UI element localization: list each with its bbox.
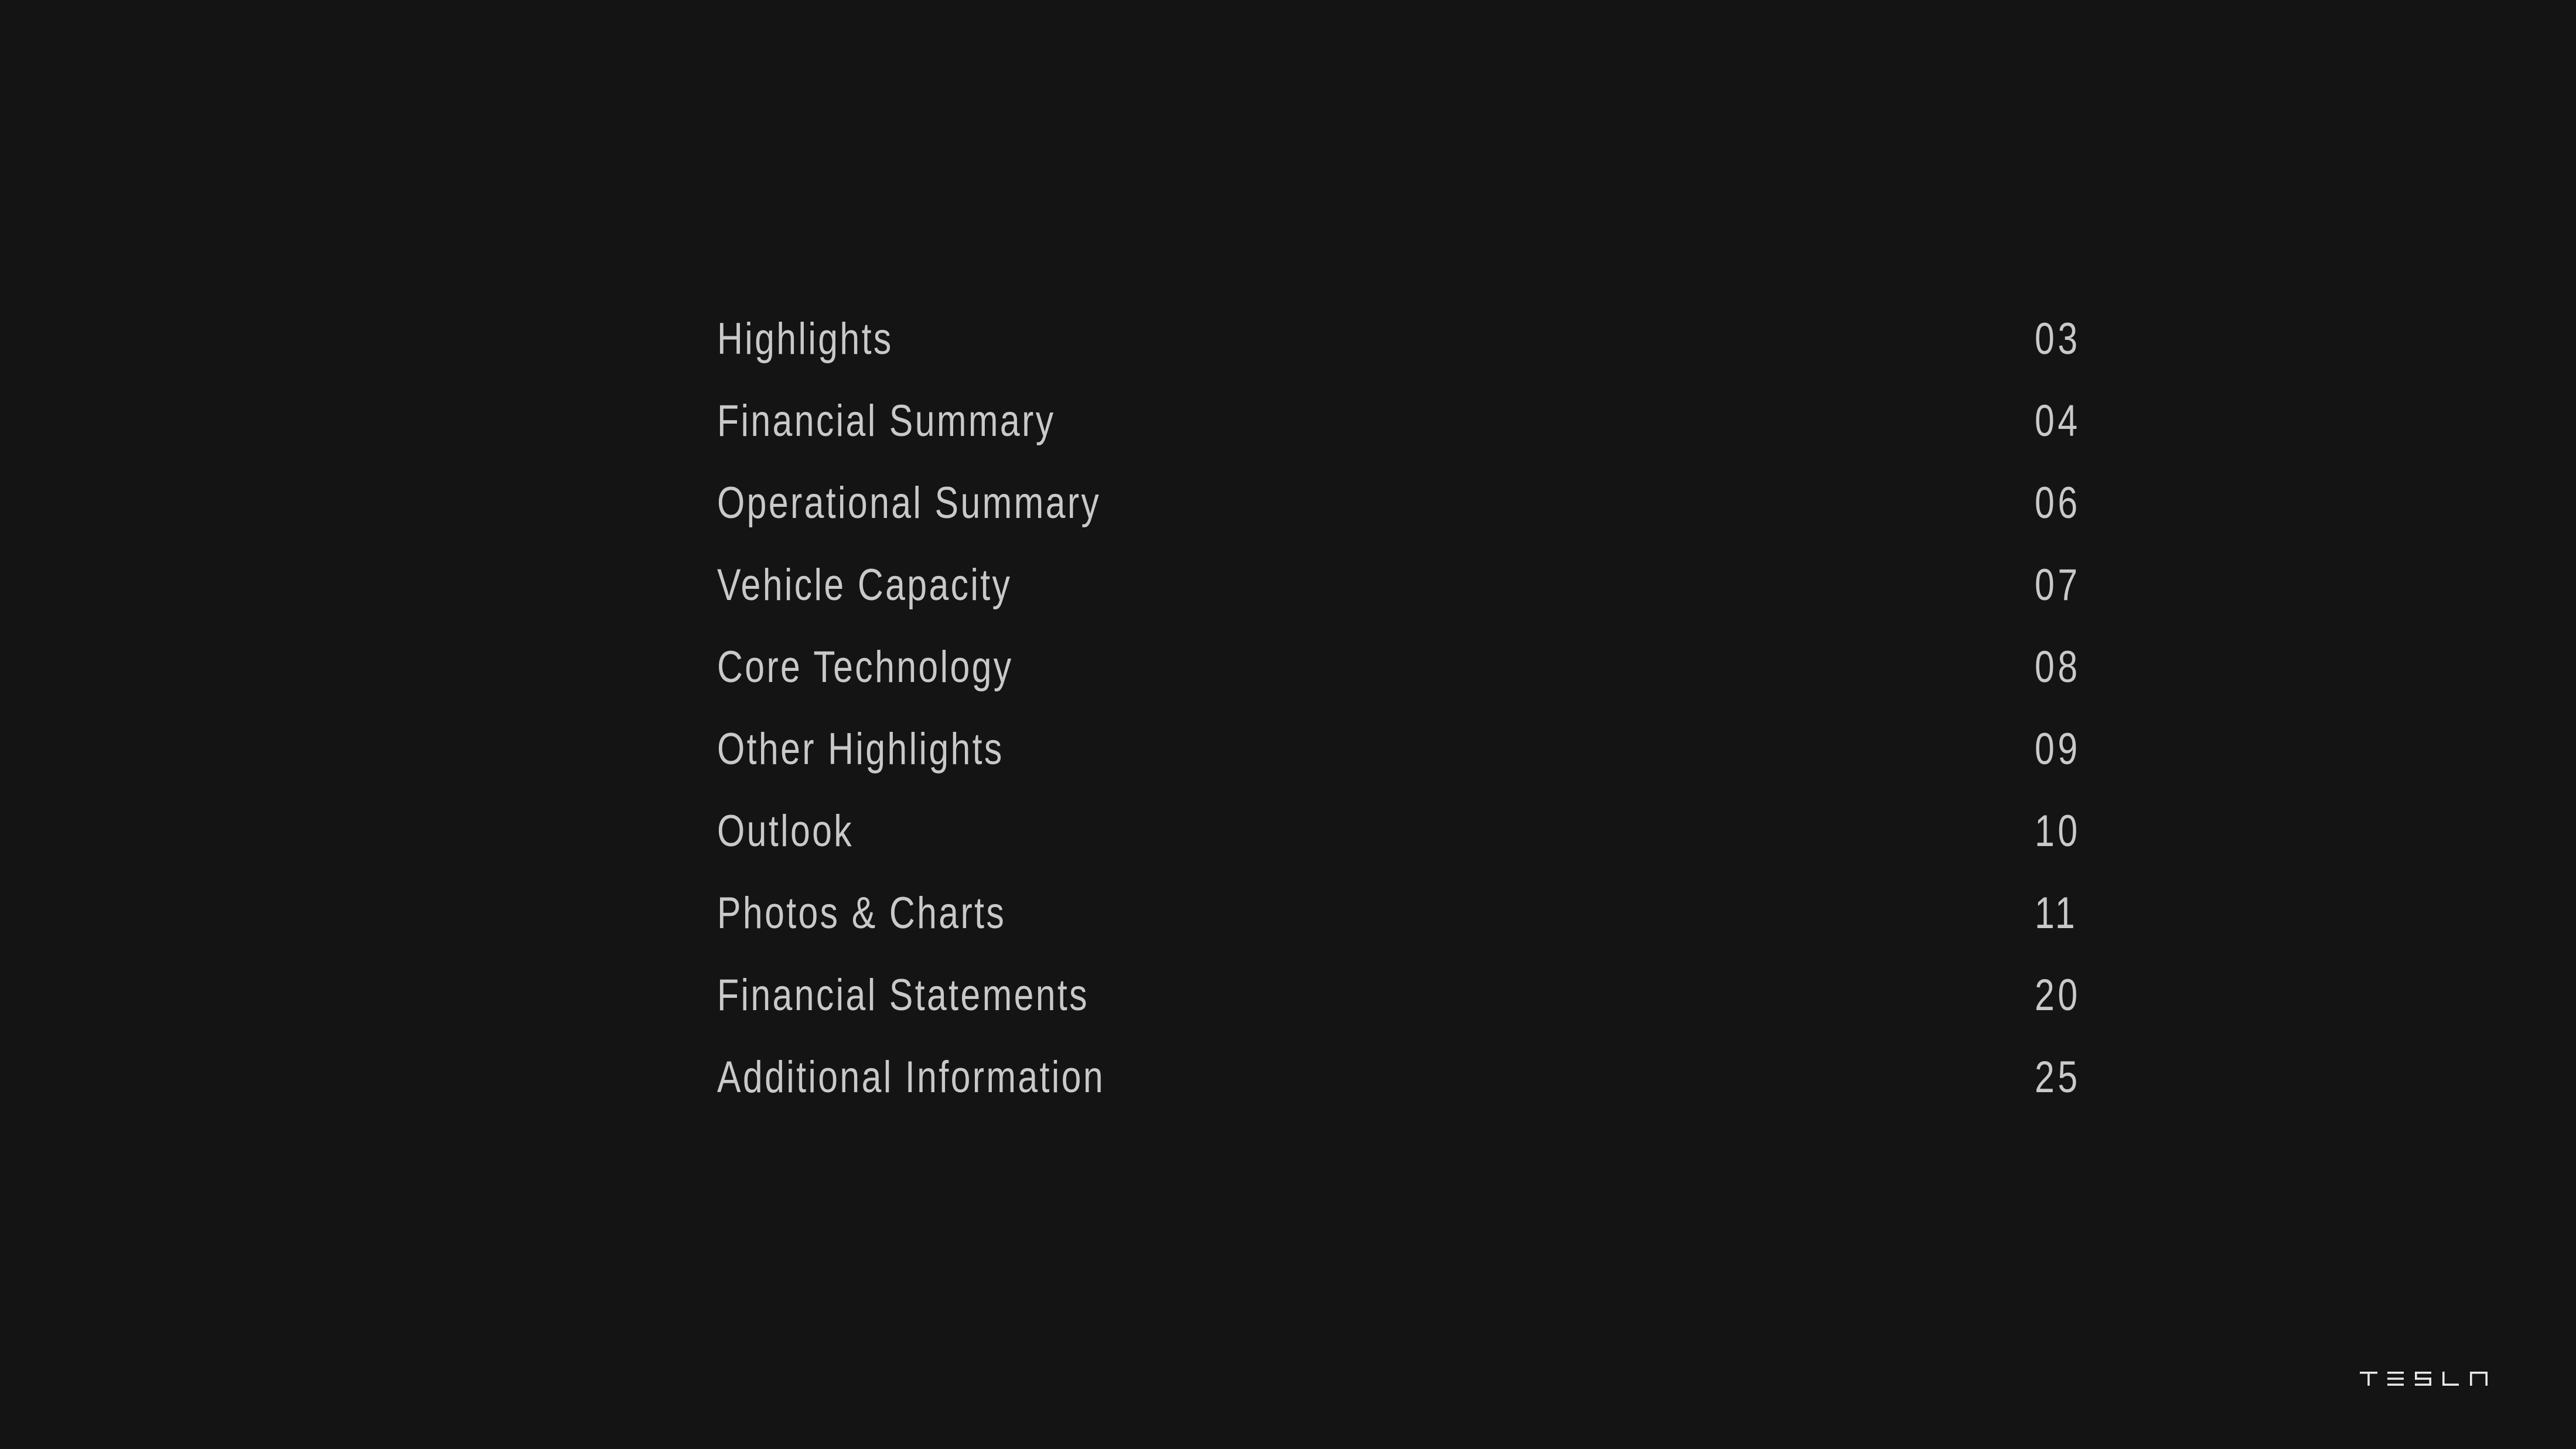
toc-entry-operational-summary[interactable]: Operational Summary 06 xyxy=(717,481,2077,563)
toc-entry-title[interactable]: Financial Statements xyxy=(717,973,1089,1018)
toc-entry-financial-summary[interactable]: Financial Summary 04 xyxy=(717,399,2077,481)
tesla-wordmark-logo xyxy=(2360,1372,2491,1386)
toc-entry-title[interactable]: Highlights xyxy=(717,317,893,362)
toc-entry-page-number[interactable]: 09 xyxy=(2035,727,2081,772)
toc-entry-highlights[interactable]: Highlights 03 xyxy=(717,317,2077,399)
toc-entry-other-highlights[interactable]: Other Highlights 09 xyxy=(717,727,2077,809)
toc-entry-title[interactable]: Outlook xyxy=(717,809,854,854)
toc-entry-additional-information[interactable]: Additional Information 25 xyxy=(717,1055,2077,1137)
toc-entry-page-number[interactable]: 20 xyxy=(2035,973,2081,1018)
toc-entry-page-number[interactable]: 25 xyxy=(2035,1055,2081,1100)
toc-entry-core-technology[interactable]: Core Technology 08 xyxy=(717,645,2077,727)
toc-entry-financial-statements[interactable]: Financial Statements 20 xyxy=(717,973,2077,1055)
toc-entry-title[interactable]: Vehicle Capacity xyxy=(717,563,1012,608)
toc-entry-page-number[interactable]: 07 xyxy=(2035,563,2081,608)
toc-entry-title[interactable]: Photos & Charts xyxy=(717,891,1006,936)
toc-entry-title[interactable]: Other Highlights xyxy=(717,727,1004,772)
toc-entry-page-number[interactable]: 03 xyxy=(2035,317,2081,362)
toc-entry-page-number[interactable]: 08 xyxy=(2035,645,2081,690)
toc-entry-outlook[interactable]: Outlook 10 xyxy=(717,809,2077,891)
toc-entry-page-number[interactable]: 11 xyxy=(2035,891,2078,936)
table-of-contents: Highlights 03 Financial Summary 04 Opera… xyxy=(717,317,2077,1137)
toc-entry-photos-and-charts[interactable]: Photos & Charts 11 xyxy=(717,891,2075,973)
toc-entry-vehicle-capacity[interactable]: Vehicle Capacity 07 xyxy=(717,563,2077,645)
toc-entry-title[interactable]: Core Technology xyxy=(717,645,1014,690)
toc-entry-page-number[interactable]: 06 xyxy=(2035,481,2081,526)
toc-entry-title[interactable]: Additional Information xyxy=(717,1055,1105,1100)
toc-entry-page-number[interactable]: 10 xyxy=(2035,809,2081,854)
toc-entry-title[interactable]: Financial Summary xyxy=(717,399,1055,444)
toc-entry-page-number[interactable]: 04 xyxy=(2035,399,2081,444)
toc-entry-title[interactable]: Operational Summary xyxy=(717,481,1101,526)
